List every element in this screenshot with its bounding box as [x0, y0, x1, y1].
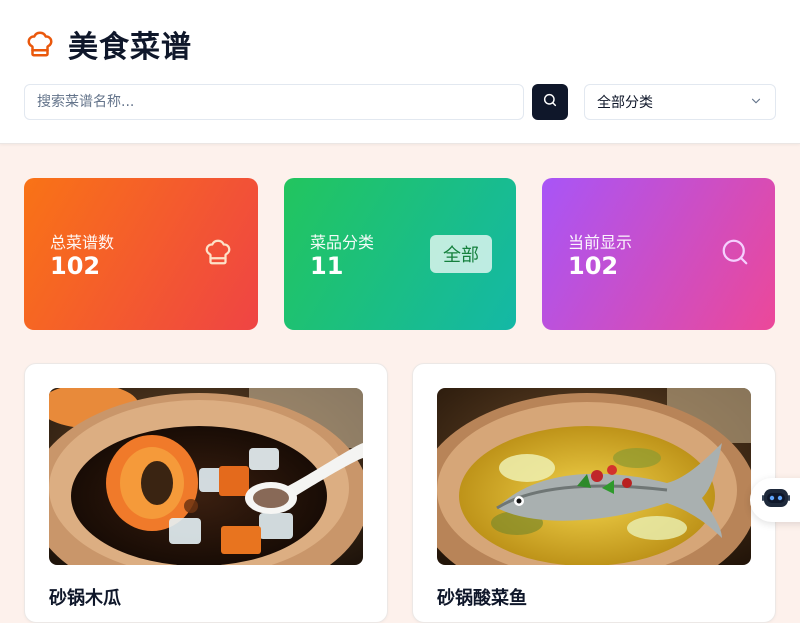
header: 美食菜谱 全部分类 [0, 0, 800, 144]
search-icon [719, 236, 751, 268]
assistant-button[interactable] [750, 478, 800, 522]
recipe-image [437, 388, 751, 565]
stat-label: 总菜谱数 [50, 233, 115, 252]
search-icon [542, 92, 558, 112]
recipe-image [49, 388, 363, 565]
category-select-value: 全部分类 [597, 95, 653, 111]
recipe-name: 砂锅木瓜 [49, 588, 121, 609]
robot-icon [762, 486, 790, 514]
stat-label: 当前显示 [568, 233, 633, 252]
recipe-card[interactable]: 砂锅酸菜鱼 [412, 363, 776, 623]
chef-hat-icon [202, 236, 234, 268]
chevron-down-icon [749, 93, 763, 112]
page-title: 美食菜谱 [68, 30, 192, 65]
stat-card-categories: 菜品分类 11 全部 [284, 178, 516, 330]
chef-hat-icon [24, 28, 56, 60]
stat-value: 102 [50, 252, 101, 280]
search-button[interactable] [532, 84, 568, 120]
stat-label: 菜品分类 [310, 233, 375, 252]
search-input[interactable] [24, 84, 524, 120]
category-select[interactable]: 全部分类 [584, 84, 776, 120]
stat-value: 102 [568, 252, 619, 280]
stat-card-total-recipes: 总菜谱数 102 [24, 178, 258, 330]
recipe-card[interactable]: 砂锅木瓜 [24, 363, 388, 623]
stat-value: 11 [310, 252, 344, 280]
recipe-name: 砂锅酸菜鱼 [437, 588, 527, 609]
category-badge: 全部 [430, 235, 492, 273]
brand: 美食菜谱 [24, 24, 192, 65]
stat-card-showing: 当前显示 102 [542, 178, 775, 330]
